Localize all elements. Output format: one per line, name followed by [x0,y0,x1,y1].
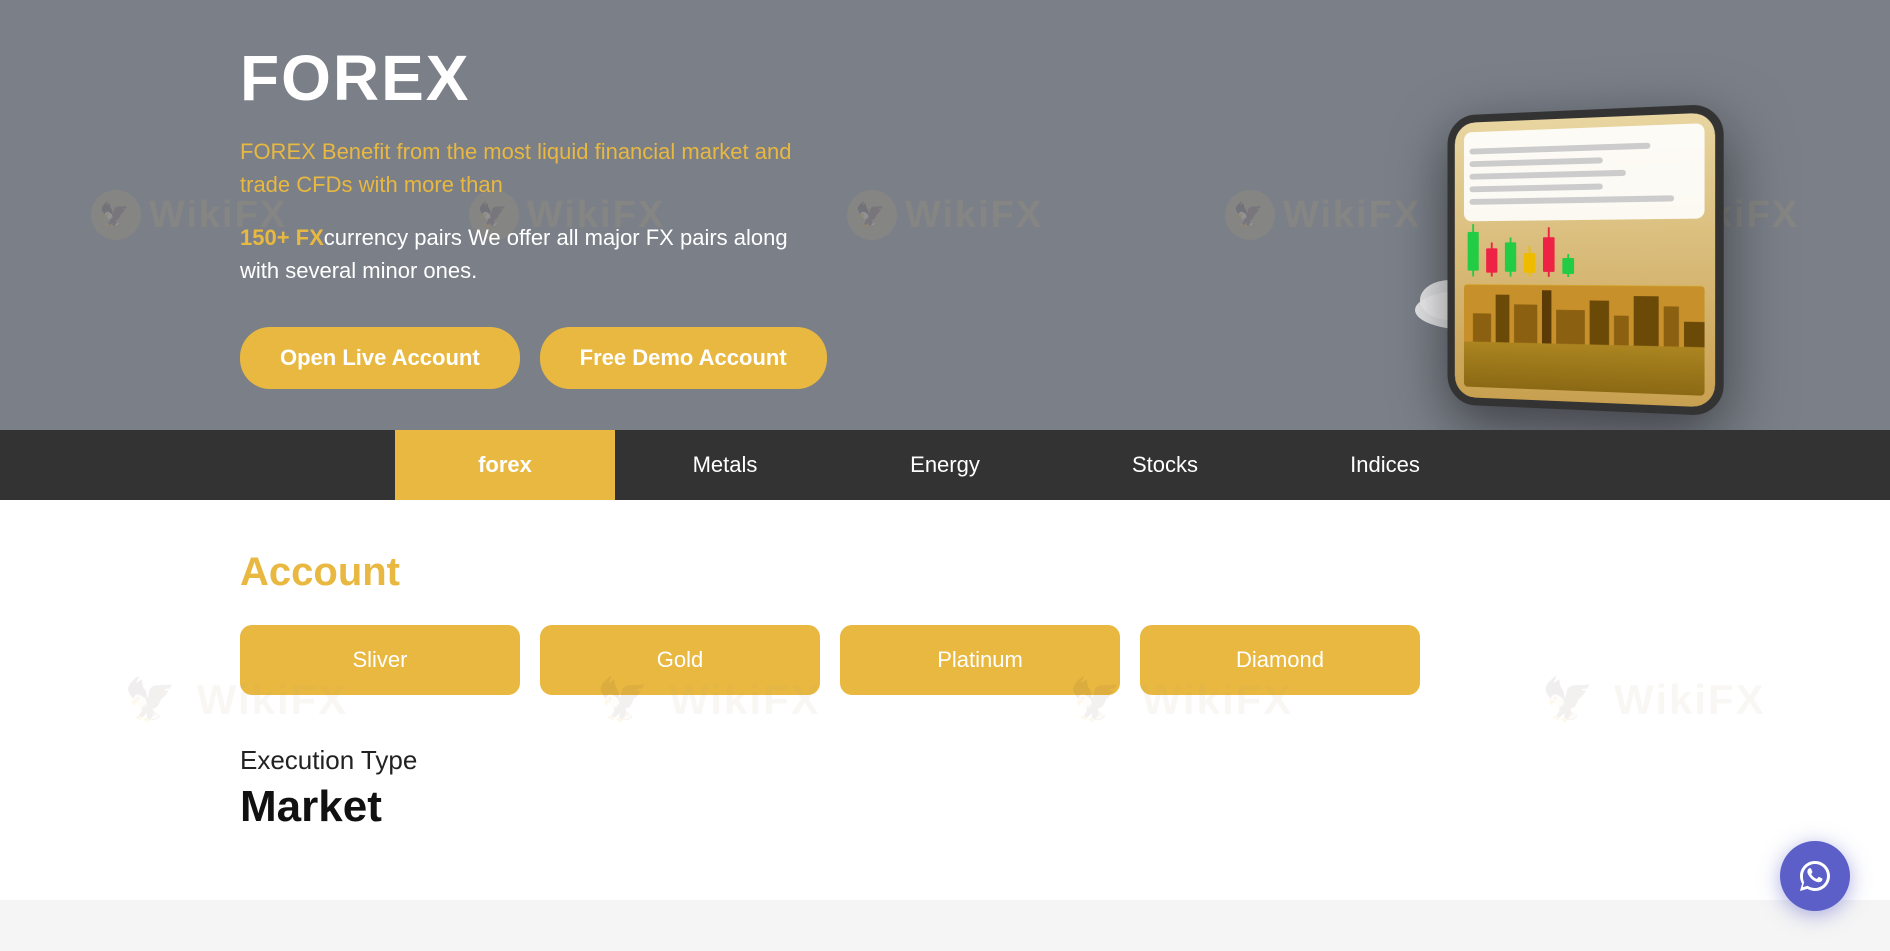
tab-stocks[interactable]: Stocks [1055,430,1275,500]
hero-phone-image [1410,30,1790,410]
account-btn-gold[interactable]: Gold [540,625,820,695]
hero-buttons: Open Live Account Free Demo Account [240,327,820,389]
content-section: 🦅 WikiFX 🦅 WikiFX 🦅 WikiFX 🦅 WikiFX Acco… [0,500,1890,900]
tabs-inner: forex Metals Energy Stocks Indices [395,430,1495,500]
hero-description: 150+ FXcurrency pairs We offer all major… [240,221,820,287]
execution-type-label: Execution Type [240,745,1650,776]
open-live-account-button[interactable]: Open Live Account [240,327,520,389]
account-buttons: Sliver Gold Platinum Diamond [240,625,1650,695]
account-title: Account [240,550,1650,595]
hero-content: FOREX FOREX Benefit from the most liquid… [0,41,820,389]
free-demo-account-button[interactable]: Free Demo Account [540,327,827,389]
tab-energy[interactable]: Energy [835,430,1055,500]
tabs-bar: forex Metals Energy Stocks Indices [0,430,1890,500]
tab-forex[interactable]: forex [395,430,615,500]
chat-icon [1797,858,1833,894]
hero-subtitle: FOREX Benefit from the most liquid finan… [240,135,820,201]
execution-section: Execution Type Market [240,745,1650,832]
hero-section: 🦅 WikiFX 🦅 WikiFX 🦅 WikiFX 🦅 WikiFX 🦅 Wi… [0,0,1890,430]
account-btn-diamond[interactable]: Diamond [1140,625,1420,695]
chat-support-button[interactable] [1780,841,1850,911]
account-btn-sliver[interactable]: Sliver [240,625,520,695]
phone-screen-content [1464,123,1705,222]
phone-screen [1455,112,1715,407]
city-silhouette [1464,285,1705,396]
phone-mockup [1447,104,1723,417]
highlight-text: 150+ FX [240,225,324,250]
hero-title: FOREX [240,41,820,115]
tab-indices[interactable]: Indices [1275,430,1495,500]
account-btn-platinum[interactable]: Platinum [840,625,1120,695]
execution-type-value: Market [240,782,1650,832]
tab-metals[interactable]: Metals [615,430,835,500]
